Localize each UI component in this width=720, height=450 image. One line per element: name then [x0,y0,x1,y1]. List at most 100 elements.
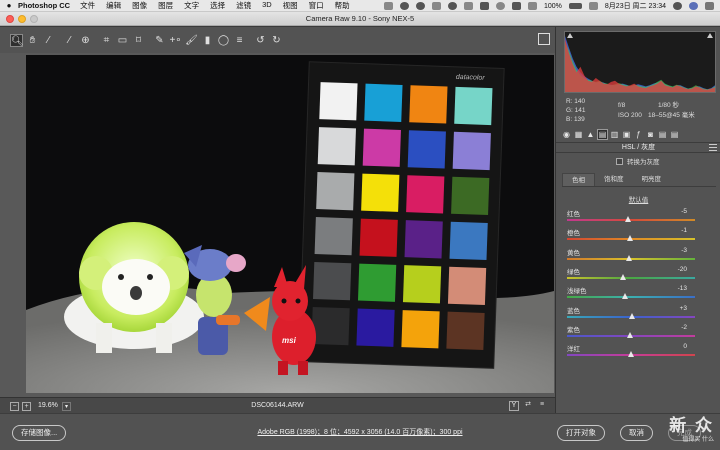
hue-slider[interactable]: 蓝色 +3 [556,305,720,325]
menubar-clock[interactable]: 8月23日 周二 23:34 [605,1,666,11]
list-icon[interactable]: ≡ [233,34,246,47]
menu-item[interactable]: 编辑 [106,0,121,11]
straighten-icon[interactable]: ▭ [116,34,129,47]
menu-item[interactable]: 文件 [80,0,95,11]
sync-icon[interactable] [416,2,425,10]
preview-area[interactable]: datacolor msi [0,53,555,397]
slider-track[interactable] [567,276,695,279]
highlight-clip-warning-icon[interactable] [707,33,713,38]
spotlight-icon[interactable] [673,2,682,10]
swap-icon[interactable]: ⇄ [523,401,533,411]
preview-settings-icon[interactable]: ≡ [537,401,547,411]
detail-icon[interactable]: ▲ [586,130,595,139]
menu-item[interactable]: 选择 [210,0,225,11]
fx-icon[interactable]: ƒ [634,130,643,139]
slider-thumb[interactable] [626,331,633,338]
input-method-icon[interactable] [588,2,598,10]
brush-icon[interactable]: 🖌︎ [185,34,198,47]
tab-saturation[interactable]: 饱和度 [595,173,633,186]
slider-value[interactable]: -2 [667,324,687,331]
hue-slider[interactable]: 浅绿色 -13 [556,285,720,305]
basic-icon[interactable]: ◉ [562,130,571,139]
grayscale-checkbox[interactable] [616,157,623,165]
slider-value[interactable]: +3 [667,305,687,312]
panel-menu-icon[interactable] [709,144,717,151]
clock-icon[interactable] [464,2,473,10]
slider-value[interactable]: -3 [667,247,687,254]
slider-value[interactable]: -13 [667,285,687,292]
menu-item[interactable]: 帮助 [335,0,350,11]
color-sampler-icon[interactable]: ⁄ [63,34,76,47]
default-values-link[interactable]: 默认值 [556,194,720,204]
user-avatar-icon[interactable] [689,2,698,10]
before-after-toggle[interactable]: Y [509,401,519,411]
rotate-left-icon[interactable]: ↺ [254,34,267,47]
bluetooth-icon[interactable] [480,2,489,10]
photo-preview[interactable]: datacolor msi [26,55,554,393]
crop-icon[interactable]: ⌗ [100,34,113,47]
airplay-icon[interactable] [512,2,521,10]
minimize-window-button[interactable] [18,15,26,23]
cancel-button[interactable]: 取消 [620,425,653,441]
radial-filter-icon[interactable]: ◯ [217,34,230,47]
slider-thumb[interactable] [627,351,634,358]
rotate-right-icon[interactable]: ↻ [270,34,283,47]
slider-thumb[interactable] [624,216,631,222]
hue-slider[interactable]: 橙色 -1 [556,227,720,247]
lens-icon[interactable]: ▣ [622,130,631,139]
slider-thumb[interactable] [622,293,629,300]
slider-thumb[interactable] [619,273,626,280]
snapshots-icon[interactable]: ▤ [670,130,679,139]
presets-icon[interactable]: ▤ [658,130,667,139]
hand-icon[interactable]: ✋︎ [26,34,39,47]
battery-icon[interactable] [568,3,582,9]
menu-item[interactable]: 图层 [158,0,173,11]
hue-slider[interactable]: 黄色 -3 [556,247,720,267]
transform-icon[interactable]: ⌑ [132,34,145,47]
tab-hue[interactable]: 色相 [562,173,595,186]
menu-item[interactable]: 窗口 [309,0,324,11]
slider-track[interactable] [567,296,695,299]
graduated-filter-icon[interactable]: ▮ [201,34,214,47]
menu-item[interactable]: 图像 [132,0,147,11]
notification-center-icon[interactable] [705,2,714,10]
red-eye-icon[interactable]: +∘ [169,34,182,47]
slider-thumb[interactable] [626,235,633,242]
slider-value[interactable]: -1 [667,227,687,234]
shield-icon[interactable] [432,2,441,10]
eyedropper-icon[interactable]: ⁄ [42,34,55,47]
open-object-button[interactable]: 打开对象 [557,425,605,441]
fullscreen-toggle-icon[interactable] [538,33,550,45]
shadow-clip-warning-icon[interactable] [567,33,573,38]
close-window-button[interactable] [6,15,14,23]
slider-value[interactable]: -5 [667,208,687,215]
slider-thumb[interactable] [628,312,635,319]
app-menu[interactable]: Photoshop CC [18,1,70,10]
hue-slider[interactable]: 绿色 -20 [556,266,720,286]
hue-slider[interactable]: 红色 -5 [556,208,720,228]
tab-luminance[interactable]: 明亮度 [633,173,671,186]
status-app-icon[interactable] [384,2,393,10]
menu-item[interactable]: 文字 [184,0,199,11]
menu-item[interactable]: 视图 [283,0,298,11]
tone-curve-icon[interactable]: ▦ [574,130,583,139]
wifi-icon[interactable] [496,2,505,10]
target-adjust-icon[interactable]: ⊕ [79,34,92,47]
hsl-icon[interactable]: ▤ [597,128,608,140]
hue-slider[interactable]: 洋红 0 [556,343,720,363]
slider-value[interactable]: 0 [667,343,687,350]
split-tone-icon[interactable]: ▥ [610,130,619,139]
workflow-options-link[interactable]: Adobe RGB (1998)；8 位；4592 x 3056 (14.0 百… [0,427,720,437]
zoom-window-button[interactable] [30,15,38,23]
slider-thumb[interactable] [626,254,633,261]
grayscale-toggle[interactable]: 转换为灰度 [616,156,660,166]
menu-item[interactable]: 3D [262,0,272,11]
volume-icon[interactable] [528,2,537,10]
apple-menu-icon[interactable]: ● [0,1,18,10]
menu-item[interactable]: 滤镜 [236,0,251,11]
slider-value[interactable]: -20 [667,266,687,273]
cloud-icon[interactable] [400,2,409,10]
slider-track[interactable] [567,219,695,221]
hue-slider[interactable]: 紫色 -2 [556,324,720,344]
magnifier-icon[interactable]: 🔍︎ [10,33,24,47]
